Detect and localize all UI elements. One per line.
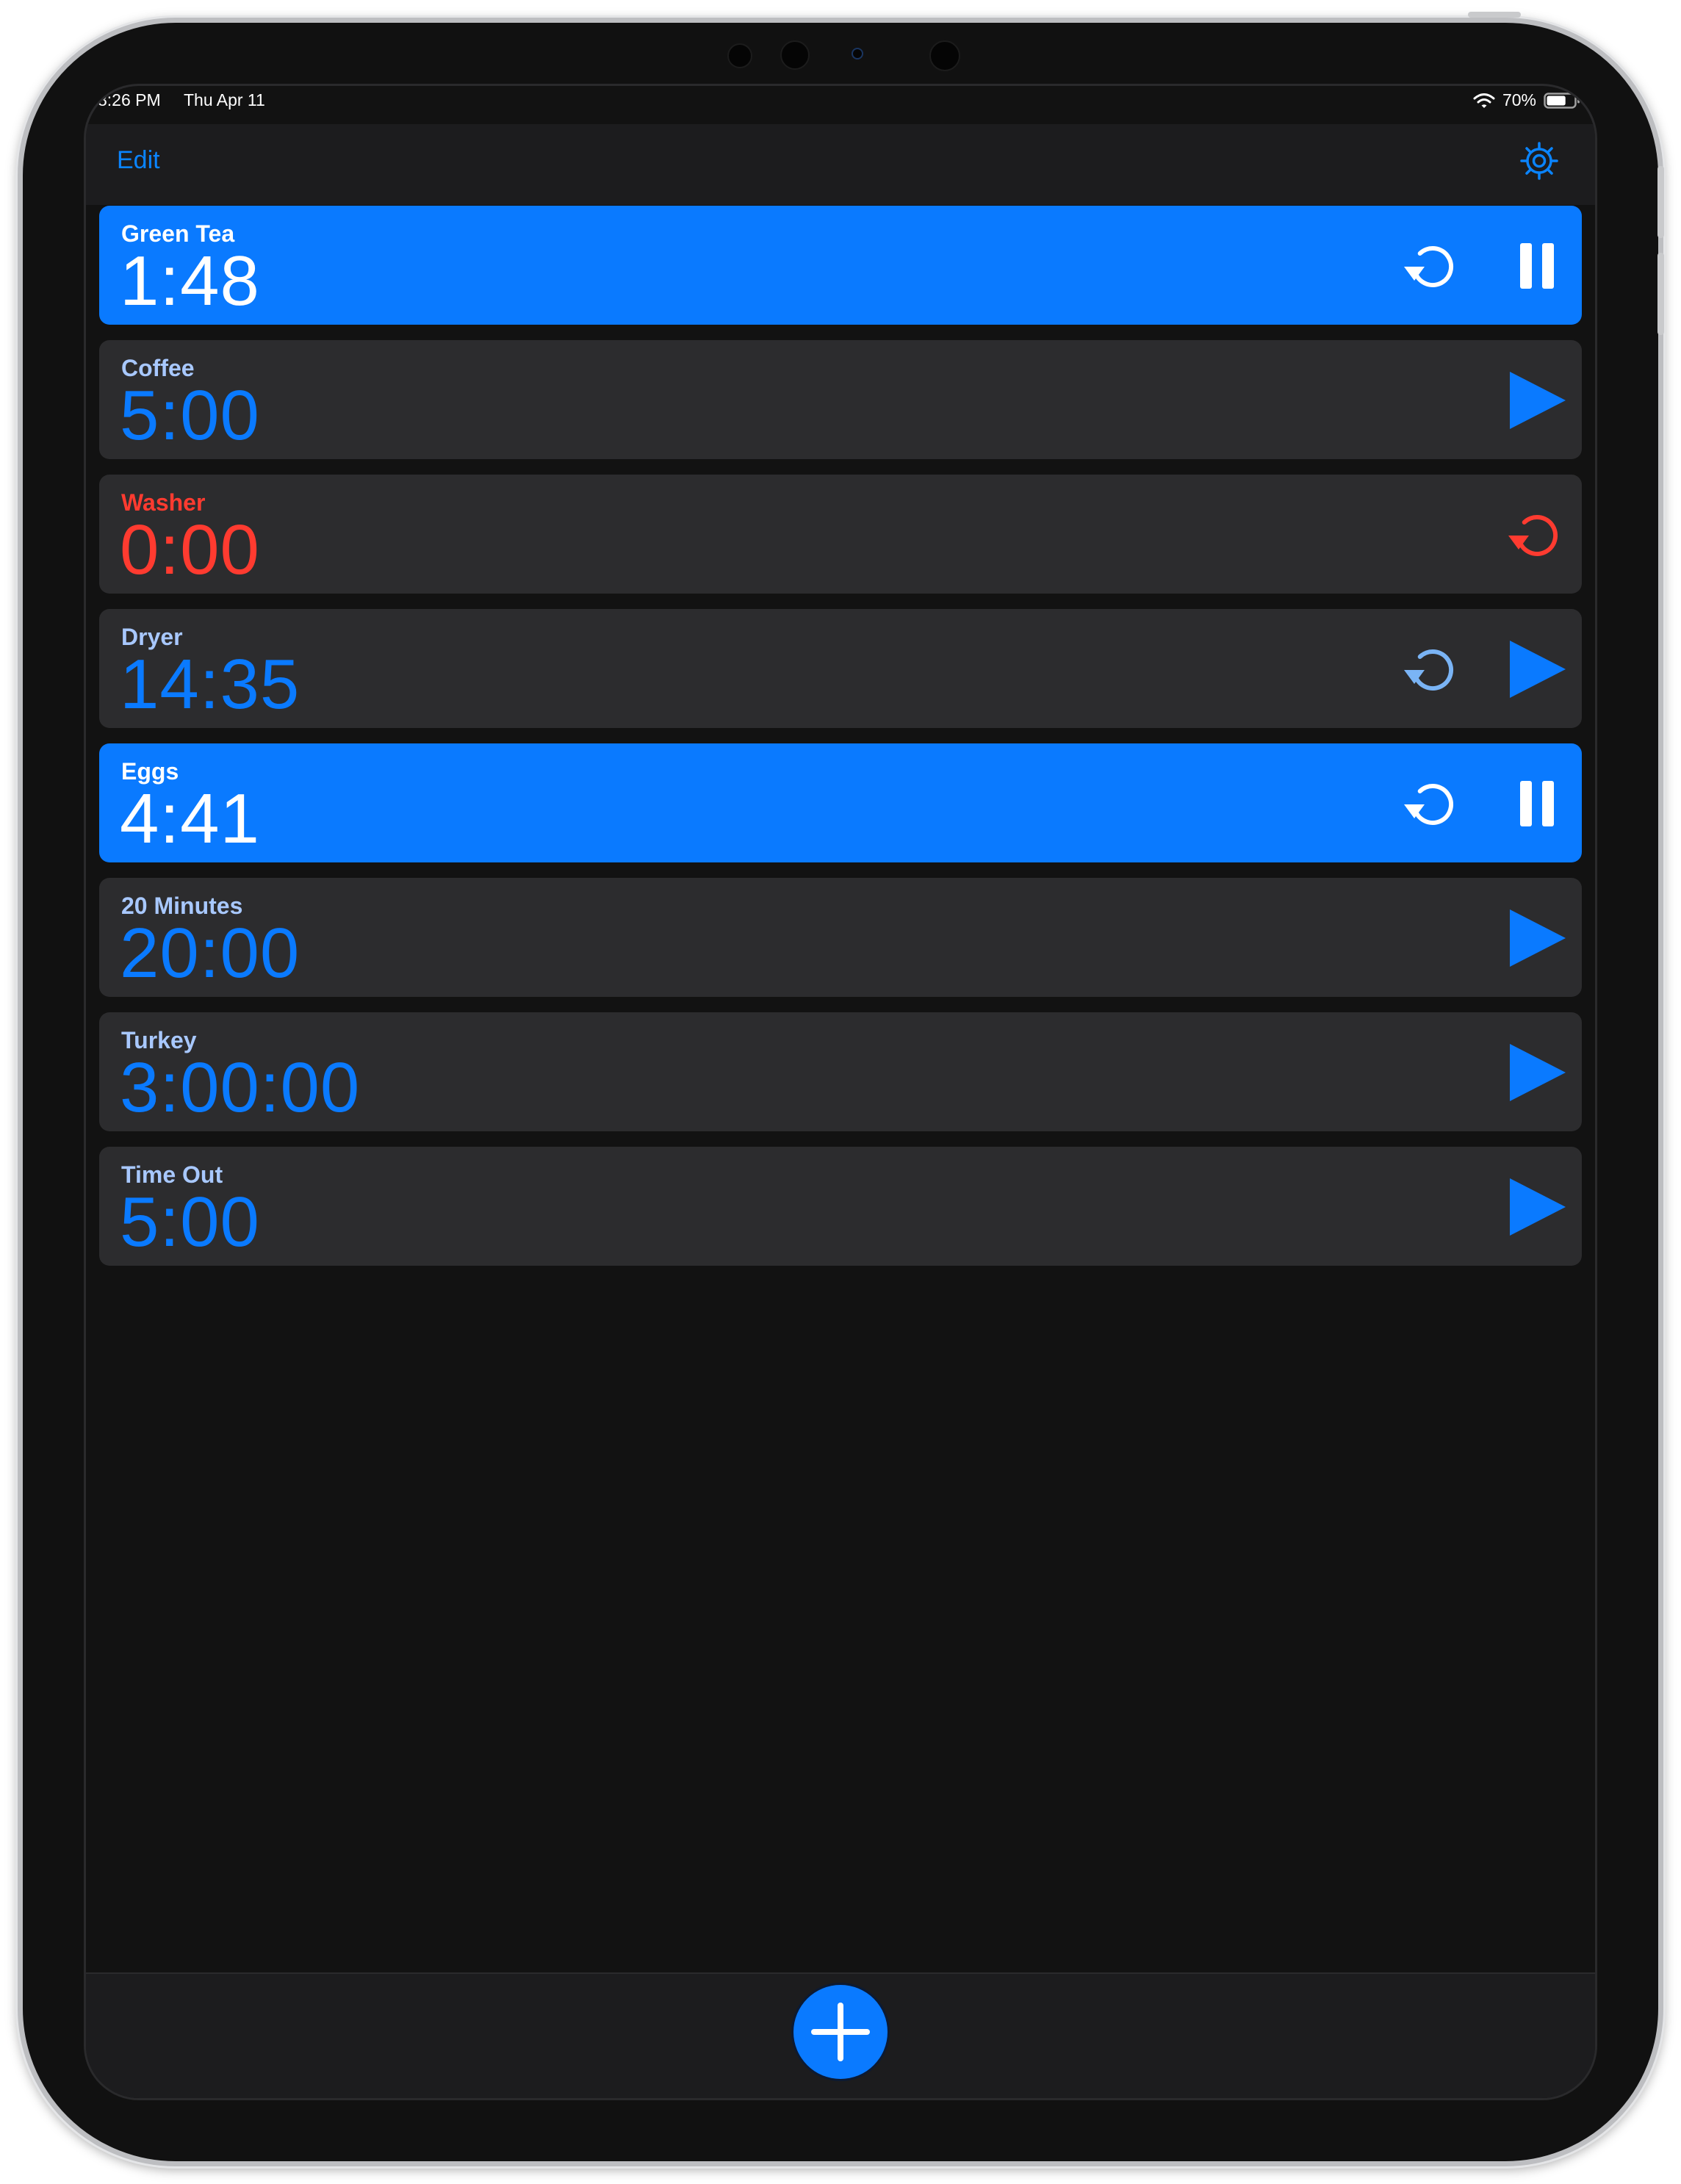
- camera-lens-icon: [929, 40, 960, 71]
- play-icon[interactable]: [1507, 908, 1567, 968]
- timer-time: 4:41: [120, 779, 260, 858]
- status-bar: 8:26 PM Thu Apr 11 70%: [86, 86, 1595, 124]
- timer-row-turkey[interactable]: Turkey 3:00:00: [99, 1012, 1582, 1131]
- pause-icon[interactable]: [1507, 774, 1567, 834]
- volume-down-button: [1657, 253, 1664, 335]
- timer-time: 5:00: [120, 376, 260, 455]
- timer-time: 3:00:00: [120, 1048, 361, 1127]
- top-button: [1468, 12, 1521, 18]
- timer-row-dryer[interactable]: Dryer 14:35: [99, 609, 1582, 728]
- camera-sensor-icon: [852, 48, 863, 60]
- pause-icon[interactable]: [1507, 236, 1567, 296]
- camera-lens-icon: [727, 43, 752, 68]
- play-icon[interactable]: [1507, 1042, 1567, 1103]
- timer-time: 1:48: [120, 242, 260, 320]
- timer-row-time-out[interactable]: Time Out 5:00: [99, 1147, 1582, 1266]
- timer-time: 5:00: [120, 1183, 260, 1261]
- battery-percent: 70%: [1502, 90, 1536, 109]
- reset-icon[interactable]: [1507, 505, 1567, 565]
- add-timer-button[interactable]: [793, 1985, 888, 2079]
- timer-time: 0:00: [120, 511, 260, 589]
- timer-time: 20:00: [120, 914, 300, 992]
- volume-up-button: [1657, 166, 1664, 238]
- plus-icon: [811, 2003, 870, 2061]
- navigation-bar: Edit: [86, 124, 1595, 205]
- timer-row-20-minutes[interactable]: 20 Minutes 20:00: [99, 878, 1582, 997]
- status-indicators: 70%: [1473, 90, 1580, 110]
- battery-icon: [1544, 92, 1580, 109]
- timer-time: 14:35: [120, 645, 300, 724]
- timer-row-eggs[interactable]: Eggs 4:41: [99, 743, 1582, 862]
- wifi-icon: [1473, 93, 1495, 108]
- play-icon[interactable]: [1507, 1177, 1567, 1237]
- app-screen: 8:26 PM Thu Apr 11 70% Edit Green Tea 1:…: [84, 84, 1597, 2100]
- gear-icon[interactable]: [1519, 140, 1560, 181]
- play-icon[interactable]: [1507, 639, 1567, 699]
- camera-lens-icon: [780, 40, 810, 70]
- timer-row-green-tea[interactable]: Green Tea 1:48: [99, 206, 1582, 325]
- edit-button[interactable]: Edit: [117, 146, 160, 175]
- bottom-toolbar: [86, 1972, 1595, 2098]
- timer-row-washer[interactable]: Washer 0:00: [99, 475, 1582, 594]
- timer-row-coffee[interactable]: Coffee 5:00: [99, 340, 1582, 459]
- reset-icon[interactable]: [1403, 774, 1463, 834]
- reset-icon[interactable]: [1403, 639, 1463, 699]
- status-date: Thu Apr 11: [184, 90, 265, 109]
- play-icon[interactable]: [1507, 370, 1567, 430]
- status-time: 8:26 PM: [98, 90, 161, 109]
- reset-icon[interactable]: [1403, 236, 1463, 296]
